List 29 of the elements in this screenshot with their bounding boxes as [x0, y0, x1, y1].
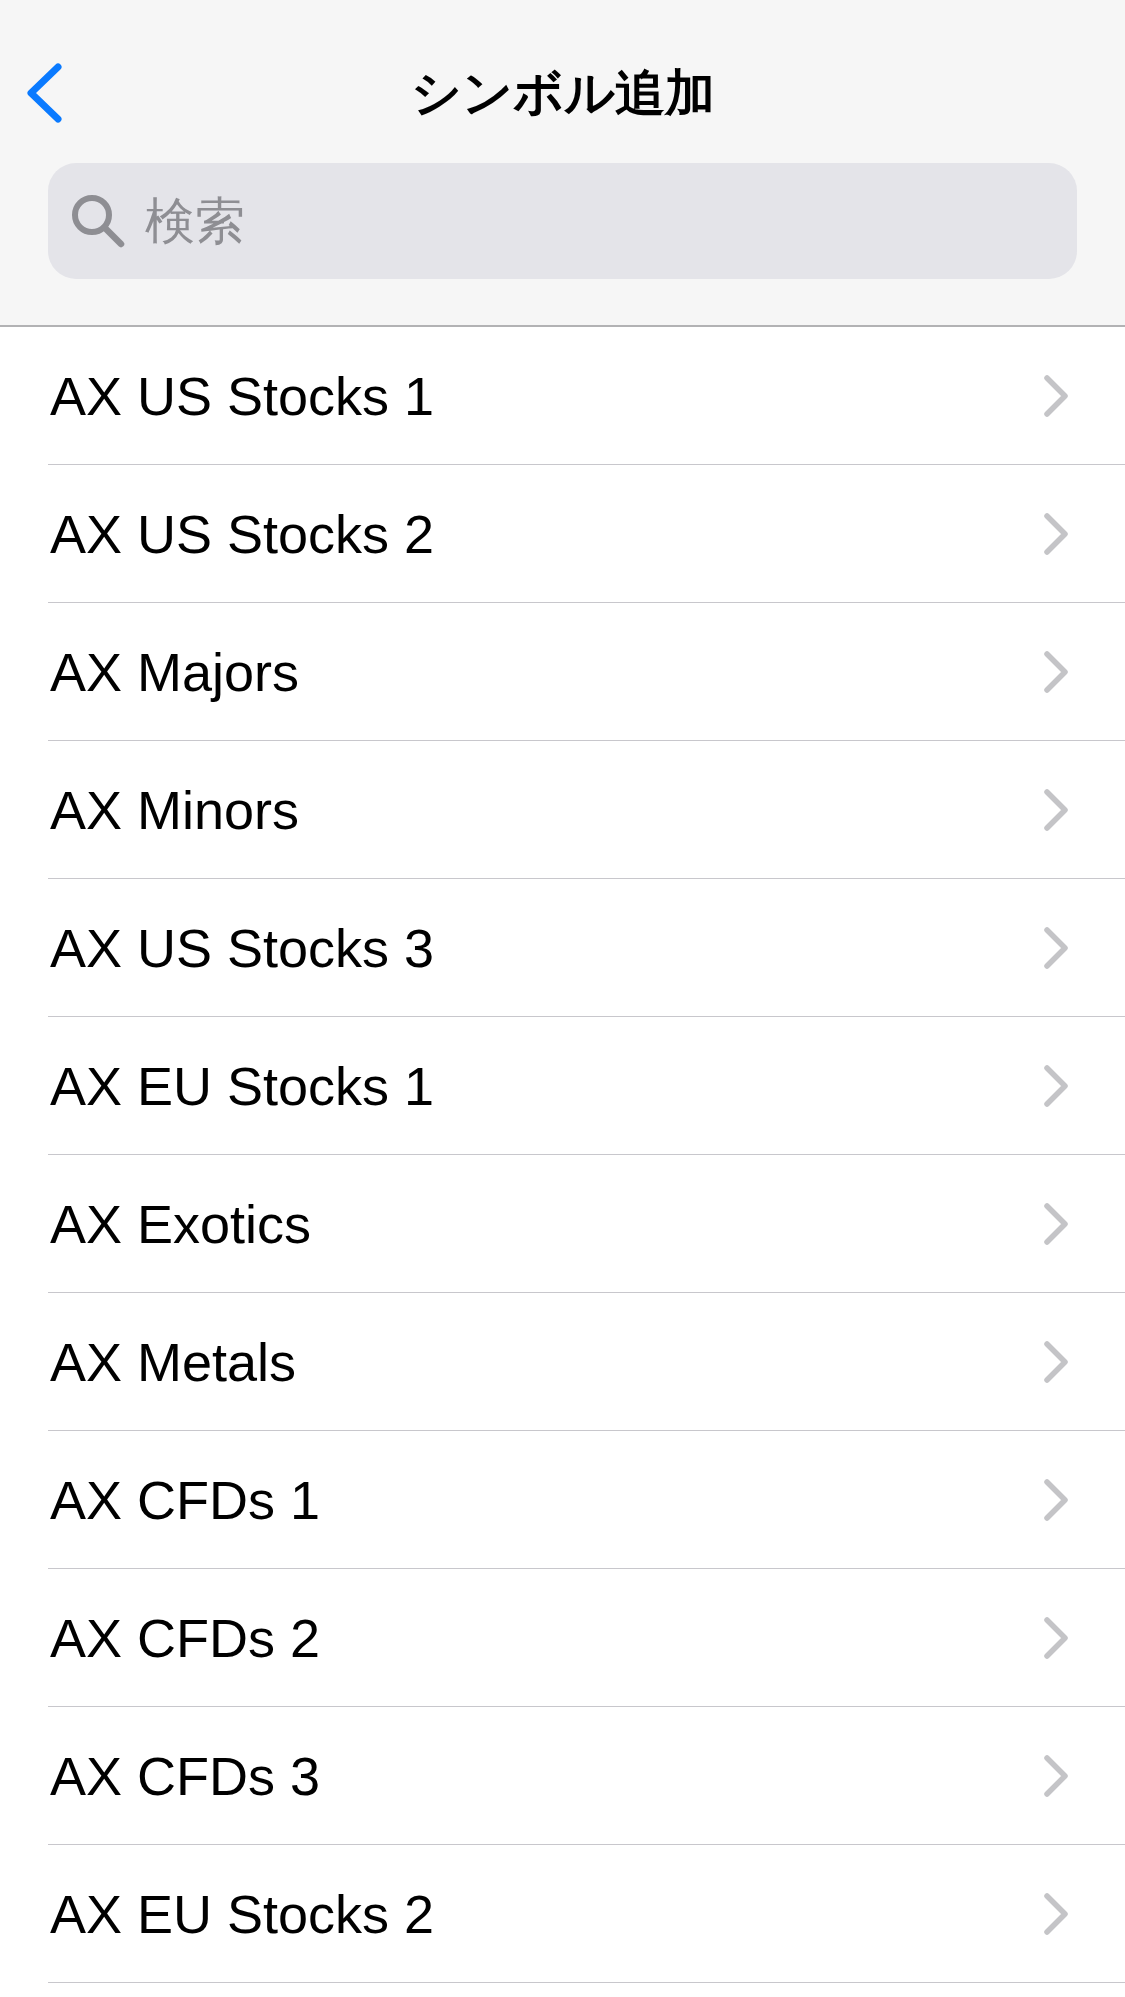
symbol-group-row[interactable]: AX EU Stocks 2: [48, 1845, 1125, 1983]
symbol-group-row[interactable]: AX Minors: [48, 741, 1125, 879]
symbol-group-row[interactable]: AX US Stocks 3: [48, 879, 1125, 1017]
symbol-group-row[interactable]: AX CFDs 2: [48, 1569, 1125, 1707]
chevron-right-icon: [1043, 1753, 1069, 1798]
symbol-group-row[interactable]: AX CFDs 1: [48, 1431, 1125, 1569]
back-chevron-icon: [26, 63, 62, 123]
symbol-group-row[interactable]: AX US Stocks 2: [48, 465, 1125, 603]
screen-title: シンボル追加: [410, 63, 715, 123]
chevron-right-icon: [1043, 1615, 1069, 1660]
symbol-group-row[interactable]: AX Metals: [48, 1293, 1125, 1431]
symbol-group-row[interactable]: AX CFDs 3: [48, 1707, 1125, 1845]
back-button[interactable]: [26, 63, 62, 123]
chevron-right-icon: [1043, 1063, 1069, 1108]
symbol-group-row[interactable]: AX EU Stocks 1: [48, 1017, 1125, 1155]
chevron-right-icon: [1043, 649, 1069, 694]
symbol-group-row[interactable]: AX Exotics: [48, 1155, 1125, 1293]
symbol-group-row[interactable]: AX Majors: [48, 603, 1125, 741]
chevron-right-icon: [1043, 1201, 1069, 1246]
chevron-right-icon: [1043, 511, 1069, 556]
search-icon: [71, 194, 125, 248]
chevron-right-icon: [1043, 1339, 1069, 1384]
chevron-right-icon: [1043, 373, 1069, 418]
chevron-right-icon: [1043, 1477, 1069, 1522]
search-field[interactable]: 検索: [48, 163, 1077, 279]
chevron-right-icon: [1043, 1891, 1069, 1936]
chevron-right-icon: [1043, 925, 1069, 970]
chevron-right-icon: [1043, 787, 1069, 832]
symbol-group-row[interactable]: AX US Stocks 1: [48, 327, 1125, 465]
